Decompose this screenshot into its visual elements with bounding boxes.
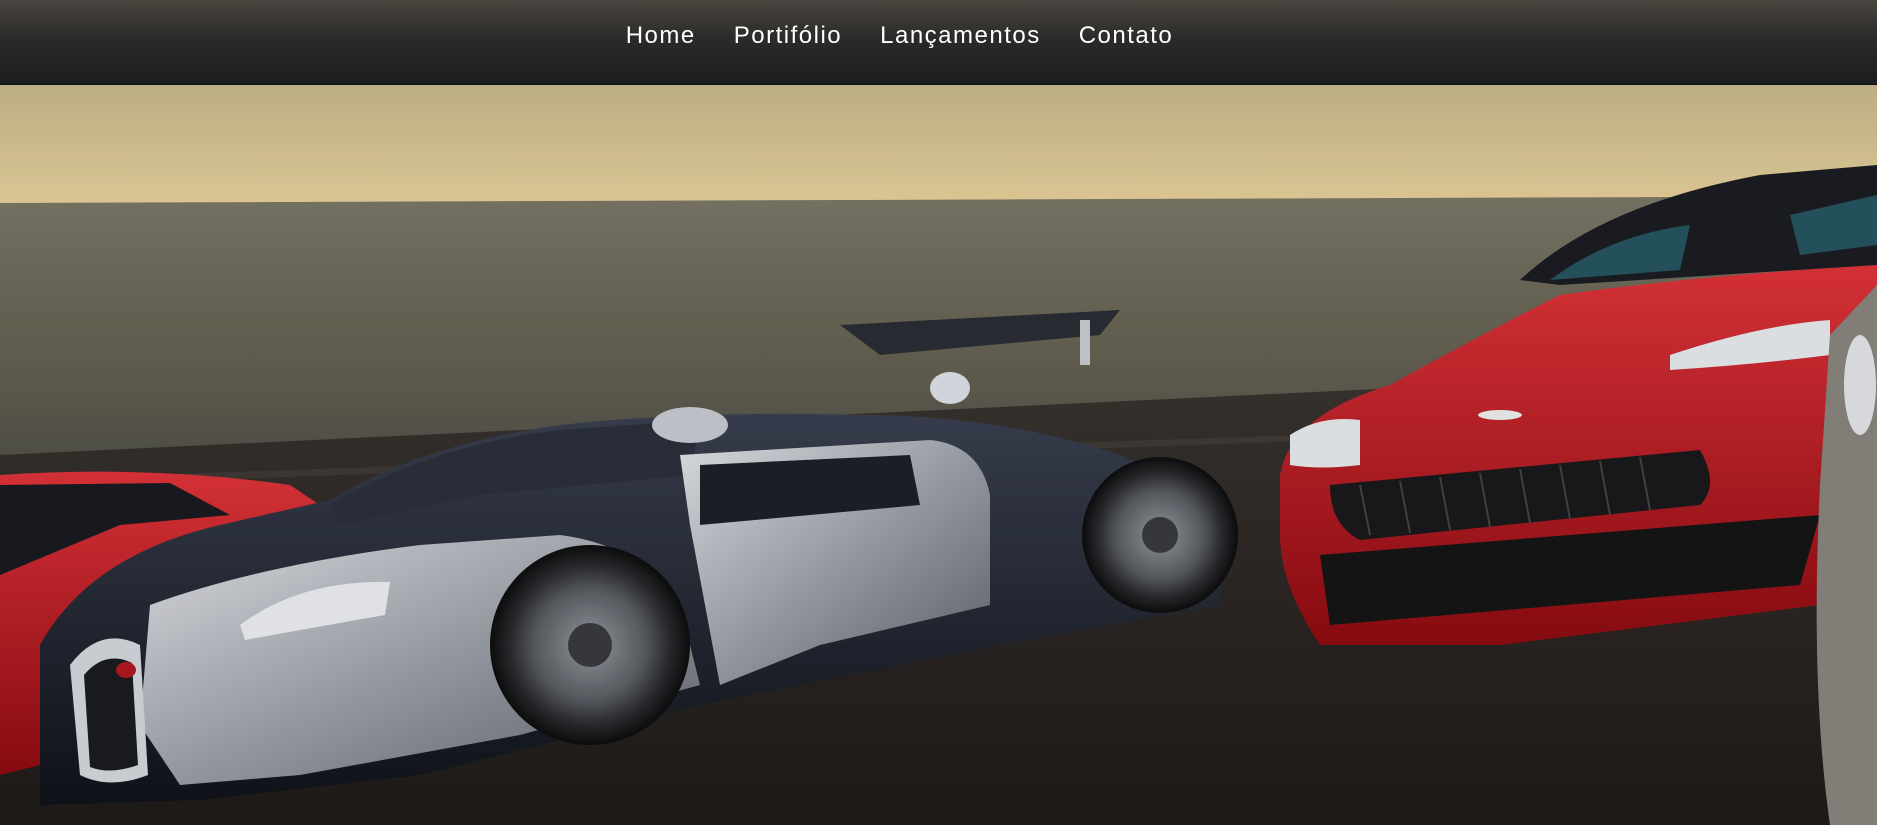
- nav-link-contact[interactable]: Contato: [1060, 22, 1193, 50]
- top-navbar: Home Portifólio Lançamentos Contato: [0, 0, 1877, 85]
- nav-link-home[interactable]: Home: [607, 22, 715, 50]
- hero-image: [0, 85, 1877, 825]
- nav-link-releases[interactable]: Lançamentos: [861, 22, 1060, 50]
- nav-menu: Home Portifólio Lançamentos Contato: [607, 22, 1193, 50]
- hero-banner: [0, 85, 1877, 825]
- nav-link-portfolio[interactable]: Portifólio: [715, 22, 861, 50]
